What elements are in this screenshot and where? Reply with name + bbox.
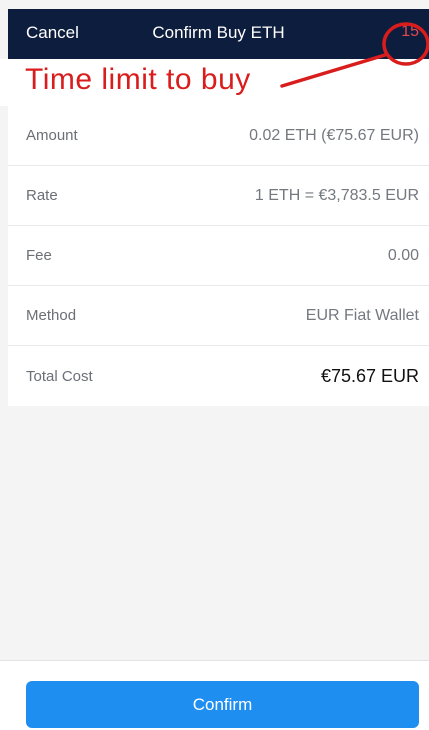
- confirm-button[interactable]: Confirm: [26, 681, 419, 728]
- rate-label: Rate: [26, 187, 58, 204]
- fee-label: Fee: [26, 247, 52, 264]
- page-title: Confirm Buy ETH: [152, 23, 285, 42]
- rate-value: 1 ETH = €3,783.5 EUR: [254, 186, 419, 204]
- countdown-timer: 15: [401, 23, 419, 40]
- footer-bar: Confirm: [0, 660, 429, 730]
- top-bar: Cancel Confirm Buy ETH 15: [8, 9, 429, 59]
- order-details: Amount 0.02 ETH (€75.67 EUR) Rate 1 ETH …: [8, 106, 429, 406]
- detail-row-fee: Fee 0.00: [8, 226, 429, 286]
- amount-value: 0.02 ETH (€75.67 EUR): [249, 126, 419, 144]
- total-cost-label: Total Cost: [26, 367, 93, 385]
- detail-row-amount: Amount 0.02 ETH (€75.67 EUR): [8, 106, 429, 166]
- method-value: EUR Fiat Wallet: [305, 306, 419, 324]
- fee-value: 0.00: [387, 246, 419, 264]
- method-label: Method: [26, 307, 77, 324]
- annotation-label: Time limit to buy: [25, 63, 251, 96]
- total-cost-value: €75.67 EUR: [320, 365, 419, 386]
- detail-row-total-cost: Total Cost €75.67 EUR: [8, 346, 429, 406]
- amount-label: Amount: [26, 127, 78, 144]
- detail-row-rate: Rate 1 ETH = €3,783.5 EUR: [8, 166, 429, 226]
- detail-row-method: Method EUR Fiat Wallet: [8, 286, 429, 346]
- annotation-banner: Time limit to buy: [0, 59, 429, 106]
